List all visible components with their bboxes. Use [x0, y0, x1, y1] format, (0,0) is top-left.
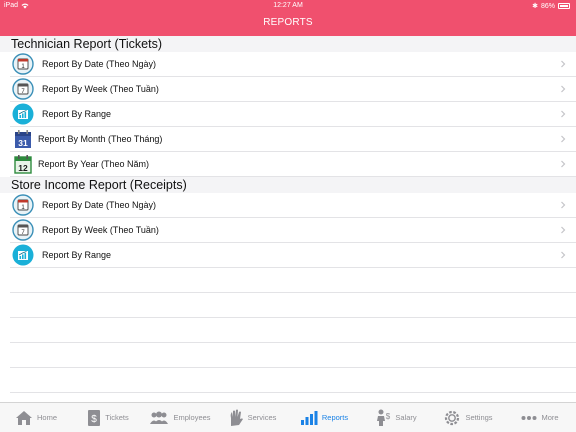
empty-row — [10, 368, 576, 393]
report-row-store-date[interactable]: 1 Report By Date (Theo Ngày) — [10, 193, 576, 218]
report-label: Report By Range — [42, 109, 112, 119]
tab-settings[interactable]: Settings — [432, 403, 504, 432]
tab-employees[interactable]: Employees — [144, 403, 216, 432]
calendar-month-number: 31 — [18, 138, 28, 148]
services-icon — [230, 409, 243, 426]
calendar-day-icon: 1 — [12, 53, 34, 75]
report-row-tech-date[interactable]: 1 Report By Date (Theo Ngày) — [10, 52, 576, 77]
tab-reports[interactable]: Reports — [288, 403, 360, 432]
chevron-right-icon — [561, 85, 566, 93]
svg-text:$: $ — [91, 414, 97, 425]
tab-label: Services — [247, 413, 277, 422]
tab-label: Tickets — [105, 413, 129, 422]
chevron-right-icon — [561, 135, 566, 143]
calendar-day-icon: 1 — [12, 194, 34, 216]
calendar-month-icon: 31 — [12, 128, 34, 150]
report-label: Report By Week (Theo Tuần) — [42, 84, 159, 94]
report-label: Report By Month (Theo Tháng) — [38, 134, 163, 144]
chart-range-icon — [12, 103, 34, 125]
chevron-right-icon — [561, 251, 566, 259]
svg-text:$: $ — [386, 412, 391, 421]
bluetooth-icon: ✱ — [532, 3, 538, 10]
empty-row — [10, 343, 576, 368]
section-header-store-income: Store Income Report (Receipts) — [0, 177, 576, 193]
employees-icon — [150, 411, 169, 424]
tab-home[interactable]: Home — [0, 403, 72, 432]
reports-icon — [300, 410, 318, 425]
empty-row — [10, 318, 576, 343]
empty-row — [10, 393, 576, 402]
chevron-right-icon — [561, 201, 566, 209]
report-row-tech-range[interactable]: Report By Range — [10, 102, 576, 127]
chart-range-icon — [12, 244, 34, 266]
tab-salary[interactable]: $ Salary — [360, 403, 432, 432]
tab-more[interactable]: More — [504, 403, 576, 432]
report-label: Report By Year (Theo Năm) — [38, 159, 150, 169]
tab-bar: Home $ Tickets Employees Services Report… — [0, 402, 576, 432]
tab-services[interactable]: Services — [216, 403, 288, 432]
tab-label: Employees — [173, 413, 211, 422]
more-icon — [521, 415, 537, 420]
page-title: REPORTS — [263, 17, 313, 28]
tab-label: Home — [36, 413, 57, 422]
tickets-icon: $ — [88, 409, 101, 426]
calendar-week-icon: 7 — [12, 219, 34, 241]
empty-row — [10, 268, 576, 293]
reports-list: Technician Report (Tickets) 1 Report By … — [0, 36, 576, 402]
tab-label: Settings — [465, 413, 493, 422]
nav-bar: REPORTS — [0, 12, 576, 36]
report-label: Report By Date (Theo Ngày) — [42, 200, 157, 210]
empty-row — [10, 293, 576, 318]
calendar-week-icon: 7 — [12, 78, 34, 100]
tab-label: Reports — [321, 413, 349, 422]
report-label: Report By Week (Theo Tuần) — [42, 225, 159, 235]
chevron-right-icon — [561, 60, 566, 68]
report-row-store-range[interactable]: Report By Range — [10, 243, 576, 268]
calendar-year-number: 12 — [18, 163, 28, 173]
report-row-tech-week[interactable]: 7 Report By Week (Theo Tuần) — [10, 77, 576, 102]
report-label: Report By Date (Theo Ngày) — [42, 59, 157, 69]
settings-icon — [445, 410, 460, 425]
status-time: 12:27 AM — [273, 2, 303, 9]
salary-icon: $ — [377, 409, 391, 426]
report-row-tech-month[interactable]: 31 Report By Month (Theo Tháng) — [10, 127, 576, 152]
chevron-right-icon — [561, 110, 566, 118]
home-icon — [15, 410, 32, 425]
status-bar: iPad 12:27 AM ✱ 86% — [0, 0, 576, 12]
tab-tickets[interactable]: $ Tickets — [72, 403, 144, 432]
status-right: ✱ 86% — [532, 2, 570, 10]
battery-percent: 86% — [540, 2, 555, 10]
report-row-tech-year[interactable]: 12 Report By Year (Theo Năm) — [10, 152, 576, 177]
calendar-year-icon: 12 — [12, 153, 34, 175]
report-row-store-week[interactable]: 7 Report By Week (Theo Tuần) — [10, 218, 576, 243]
chevron-right-icon — [561, 226, 566, 234]
tab-label: Salary — [395, 413, 417, 422]
battery-icon — [558, 3, 570, 9]
tab-label: More — [541, 413, 559, 422]
chevron-right-icon — [561, 160, 566, 168]
report-label: Report By Range — [42, 250, 112, 260]
section-header-technician: Technician Report (Tickets) — [0, 36, 576, 52]
